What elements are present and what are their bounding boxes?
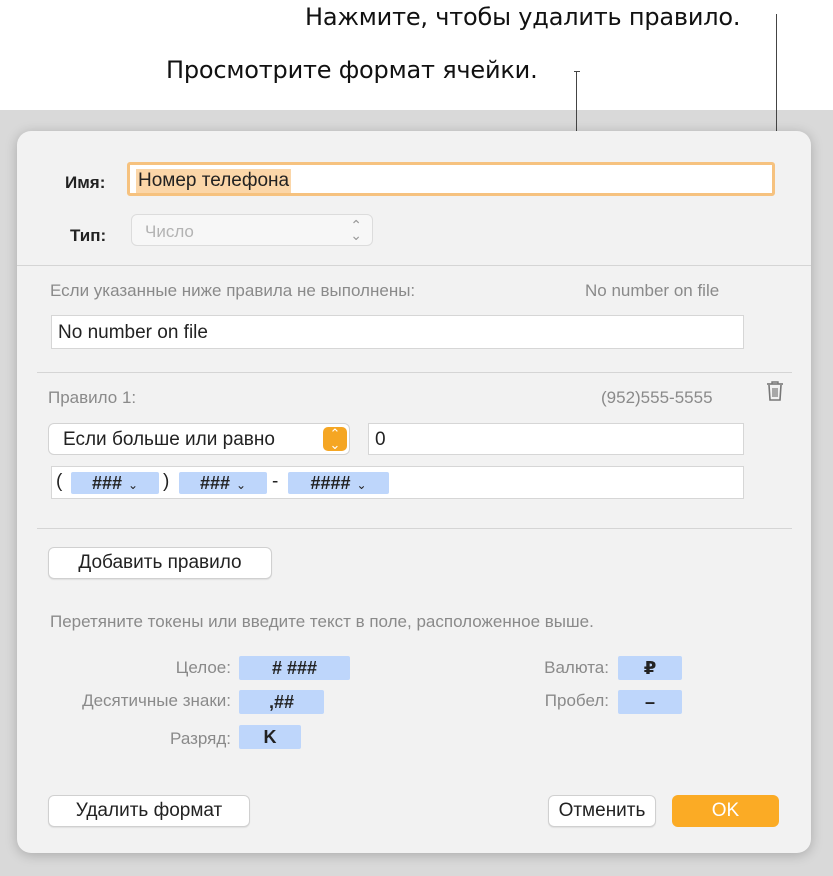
add-rule-button[interactable]: Добавить правило <box>48 547 272 579</box>
chevron-updown-icon: ⌃ ⌄ <box>323 427 347 451</box>
format-token-line[interactable]: #### ⌄ <box>288 472 389 494</box>
space-label: Пробел: <box>544 691 609 710</box>
space-token[interactable]: – <box>618 690 682 714</box>
fallback-preview: No number on file <box>585 281 720 300</box>
chevron-down-icon: ⌄ <box>127 478 139 492</box>
chevron-down-icon: ⌄ <box>235 478 247 492</box>
rule-label: Правило 1: <box>48 388 137 407</box>
type-label: Тип: <box>70 226 107 245</box>
divider <box>37 528 792 529</box>
ok-button[interactable]: OK <box>672 795 779 827</box>
trash-icon[interactable] <box>765 379 785 403</box>
scale-token[interactable]: K <box>239 725 301 749</box>
currency-label: Валюта: <box>544 658 609 677</box>
rule-preview: (952)555-5555 <box>601 388 713 407</box>
rule-condition-value: Если больше или равно <box>63 429 275 450</box>
delete-format-button[interactable]: Удалить формат <box>48 795 250 827</box>
rule-condition-value-field[interactable]: 0 <box>368 423 744 455</box>
fallback-text-value: No number on file <box>58 322 208 343</box>
divider <box>17 265 811 266</box>
name-input[interactable]: Номер телефона <box>127 162 775 196</box>
format-dash: - <box>272 471 279 492</box>
callout-line-view-format <box>574 71 580 72</box>
callout-delete-rule: Нажмите, чтобы удалить правило. <box>305 3 741 31</box>
chevron-updown-icon: ⌃ ⌄ <box>350 217 362 243</box>
callout-view-format: Просмотрите формат ячейки. <box>166 56 538 84</box>
currency-token[interactable]: ₽ <box>618 656 682 680</box>
format-token-label: ### <box>91 473 122 493</box>
hint-text: Перетяните токены или введите текст в по… <box>50 612 594 631</box>
fallback-caption: Если указанные ниже правила не выполнены… <box>50 281 416 300</box>
rule-condition-select[interactable]: Если больше или равно ⌃ ⌄ <box>48 423 350 455</box>
integer-token[interactable]: # ### <box>239 656 350 680</box>
divider <box>37 372 792 373</box>
scale-label: Разряд: <box>170 729 231 748</box>
format-open-paren: ( <box>56 471 63 492</box>
name-label: Имя: <box>65 173 106 192</box>
decimals-token[interactable]: ,## <box>239 690 324 714</box>
type-select-value: Число <box>145 222 194 241</box>
decimals-label: Десятичные знаки: <box>82 691 231 710</box>
type-select[interactable]: Число ⌃ ⌄ <box>131 214 373 246</box>
callout-line-delete-rule <box>776 14 777 26</box>
format-token-area-code[interactable]: ### ⌄ <box>71 472 159 494</box>
chevron-down-icon: ⌄ <box>356 478 367 492</box>
name-input-value: Номер телефона <box>136 169 292 193</box>
integer-label: Целое: <box>175 658 231 677</box>
rule-condition-value-text: 0 <box>375 429 386 450</box>
format-token-prefix[interactable]: ### ⌄ <box>179 472 267 494</box>
fallback-text-field[interactable]: No number on file <box>51 315 744 349</box>
format-close-paren: ) <box>163 471 170 492</box>
cancel-button[interactable]: Отменить <box>548 795 656 827</box>
format-token-label: #### <box>310 473 351 493</box>
format-token-label: ### <box>199 473 230 493</box>
